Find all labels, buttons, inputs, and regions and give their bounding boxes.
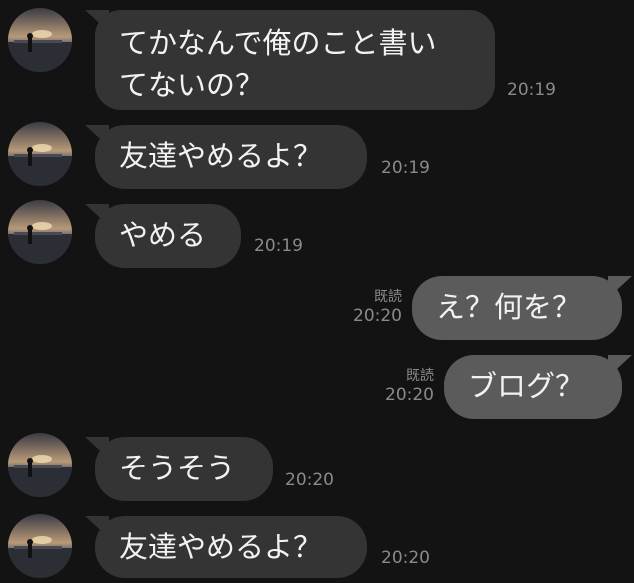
message-bubble[interactable]: てかなんで俺のこと書い てないの？ bbox=[85, 10, 495, 110]
message-text-line: てかなんで俺のこと書い bbox=[119, 26, 437, 60]
bubble-tail bbox=[85, 125, 109, 147]
message-time: 20:20 bbox=[353, 306, 402, 326]
contact-avatar[interactable] bbox=[8, 200, 72, 264]
contact-avatar[interactable] bbox=[8, 514, 72, 578]
message-text-line: 友達やめるよ？ bbox=[119, 139, 323, 173]
message-bubble[interactable]: やめる bbox=[85, 204, 241, 268]
message-meta: 既読 20:20 bbox=[340, 288, 402, 326]
bubble-tail bbox=[85, 204, 109, 226]
bubble-tail bbox=[85, 516, 109, 538]
message-time: 20:20 bbox=[381, 548, 430, 568]
message-time: 20:19 bbox=[381, 158, 430, 178]
contact-avatar[interactable] bbox=[8, 122, 72, 186]
bubble-tail bbox=[608, 355, 632, 377]
message-bubble[interactable]: ブログ？ bbox=[444, 355, 632, 419]
message-text-line: ブログ？ bbox=[468, 369, 585, 403]
sunset-photo-icon bbox=[8, 514, 72, 578]
bubble-tail bbox=[608, 276, 632, 298]
read-receipt: 既読 bbox=[374, 289, 402, 305]
message-bubble[interactable]: 友達やめるよ？ bbox=[85, 125, 367, 189]
message-text-line: やめる bbox=[119, 218, 207, 252]
message-time: 20:19 bbox=[254, 236, 303, 256]
message-text-line: え？何を？ bbox=[436, 290, 582, 324]
message-meta: 既読 20:20 bbox=[372, 367, 434, 405]
bubble-tail bbox=[85, 437, 109, 459]
message-text-line: てないの？ bbox=[119, 68, 265, 102]
message-time: 20:20 bbox=[385, 385, 434, 405]
sunset-photo-icon bbox=[8, 433, 72, 497]
contact-avatar[interactable] bbox=[8, 433, 72, 497]
message-bubble[interactable]: え？何を？ bbox=[412, 276, 632, 340]
sunset-photo-icon bbox=[8, 200, 72, 264]
message-time: 20:20 bbox=[285, 470, 334, 490]
message-bubble[interactable]: 友達やめるよ？ bbox=[85, 516, 367, 578]
message-text-line: そうそう bbox=[119, 451, 236, 485]
contact-avatar[interactable] bbox=[8, 8, 72, 72]
read-receipt: 既読 bbox=[406, 368, 434, 384]
sunset-photo-icon bbox=[8, 8, 72, 72]
message-bubble[interactable]: そうそう bbox=[85, 437, 273, 501]
message-time: 20:19 bbox=[507, 80, 556, 100]
bubble-tail bbox=[85, 10, 109, 32]
message-text-line: 友達やめるよ？ bbox=[119, 530, 323, 564]
sunset-photo-icon bbox=[8, 122, 72, 186]
